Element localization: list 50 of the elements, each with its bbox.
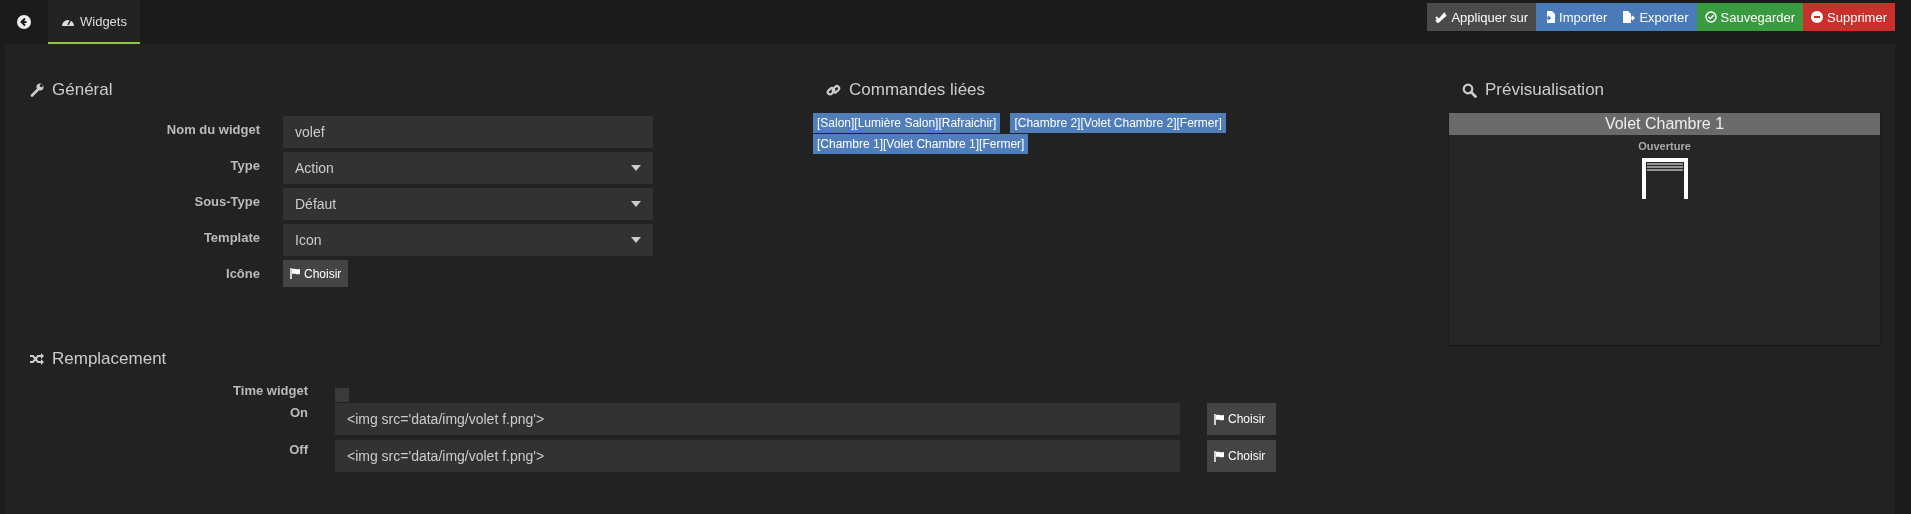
delete-button[interactable]: Supprimer xyxy=(1803,3,1895,31)
text-field[interactable]: <img src='data/img/volet f.png'> xyxy=(335,403,1180,435)
file-import-icon xyxy=(1544,11,1556,23)
back-icon[interactable] xyxy=(17,15,31,29)
field-label: Type xyxy=(230,158,260,173)
command-name: Ouverture xyxy=(1638,140,1691,152)
shuffle-icon xyxy=(30,353,44,365)
caret-icon xyxy=(631,165,641,171)
minus-circle-icon xyxy=(1811,11,1824,23)
flag-icon xyxy=(1214,450,1225,462)
shutter-icon[interactable] xyxy=(1641,158,1688,199)
flag-icon xyxy=(290,268,301,279)
field-label: Template xyxy=(203,230,260,245)
section-title: Commandes liées xyxy=(849,80,986,100)
import-button[interactable]: Importer xyxy=(1536,3,1616,31)
search-icon xyxy=(1462,82,1477,98)
flag-icon xyxy=(1214,413,1225,425)
check-circle-icon xyxy=(1704,11,1717,23)
dropdown[interactable]: Icon xyxy=(283,224,653,256)
section-title: Général xyxy=(52,80,113,100)
field-label: On xyxy=(289,405,308,420)
field-label: Time widget xyxy=(233,383,308,398)
text-field[interactable]: <img src='data/img/volet f.png'> xyxy=(335,440,1180,472)
section-title: Prévisualisation xyxy=(1485,80,1605,100)
caret-icon xyxy=(631,201,641,207)
choose-button[interactable]: Choisir xyxy=(1207,403,1276,435)
dropdown[interactable]: Action xyxy=(283,152,653,184)
field-label: Icône xyxy=(226,266,260,281)
tab[interactable]: Widgets xyxy=(48,0,140,44)
double-check-icon xyxy=(1435,11,1448,23)
field-label: Nom du widget xyxy=(166,122,260,137)
apply-button[interactable]: Appliquer sur xyxy=(1427,3,1537,31)
save-button[interactable]: Sauvegarder xyxy=(1696,3,1804,31)
export-button[interactable]: Exporter xyxy=(1615,3,1697,31)
command-tag: [Chambre 1][Volet Chambre 1][Fermer] xyxy=(813,134,1029,154)
choose-button[interactable]: Choisir xyxy=(1207,440,1276,472)
section-title: Remplacement xyxy=(52,349,167,369)
link-icon xyxy=(826,82,841,98)
widget-title: Volet Chambre 1 xyxy=(1449,113,1880,135)
field-label: Sous-Type xyxy=(194,194,260,209)
checkbox[interactable] xyxy=(335,388,349,402)
command-tag: [Salon][Lumière Salon][Rafraichir] xyxy=(813,113,1001,133)
caret-icon xyxy=(631,237,641,243)
file-export-icon xyxy=(1623,11,1636,23)
choose-button[interactable]: Choisir xyxy=(283,260,349,287)
command-tag: [Chambre 2][Volet Chambre 2][Fermer] xyxy=(1010,113,1226,133)
field-label: Off xyxy=(289,442,308,457)
dropdown[interactable]: Défaut xyxy=(283,188,653,220)
wrench-icon xyxy=(30,83,44,97)
text-field[interactable]: volef xyxy=(283,116,653,148)
